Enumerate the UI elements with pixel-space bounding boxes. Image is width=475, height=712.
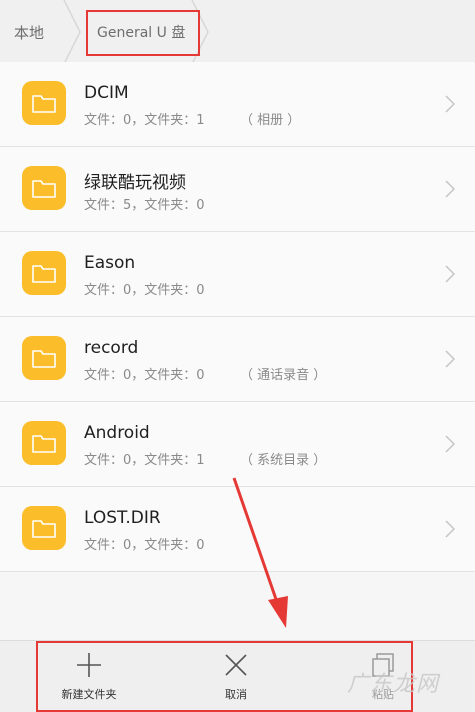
cancel-button[interactable]: 取消 bbox=[181, 641, 291, 712]
chevron-right-icon bbox=[445, 435, 455, 453]
folder-meta: 文件：5，文件夹：0 bbox=[84, 198, 205, 213]
breadcrumb-current[interactable]: General U 盘 bbox=[97, 22, 185, 42]
folder-icon bbox=[22, 81, 66, 125]
folder-name: Eason bbox=[84, 253, 136, 273]
chevron-right-icon bbox=[445, 95, 455, 113]
plus-icon bbox=[77, 653, 101, 677]
folder-name: LOST.DIR bbox=[84, 508, 161, 528]
folder-icon bbox=[22, 251, 66, 295]
chevron-right-icon bbox=[445, 520, 455, 538]
folder-icon bbox=[22, 421, 66, 465]
folder-name: DCIM bbox=[84, 83, 129, 103]
chevron-right-icon bbox=[445, 350, 455, 368]
breadcrumb: 本地 General U 盘 bbox=[0, 0, 475, 65]
list-item[interactable]: Eason 文件：0，文件夹：0 bbox=[0, 232, 475, 317]
folder-name: 绿联酷玩视频 bbox=[84, 173, 186, 193]
folder-icon bbox=[22, 166, 66, 210]
breadcrumb-root[interactable]: 本地 bbox=[14, 22, 44, 43]
folder-list: DCIM 文件：0，文件夹：1 （ 相册 ） 绿联酷玩视频 文件：5，文件夹：0… bbox=[0, 62, 475, 572]
folder-name: record bbox=[84, 338, 139, 358]
close-icon bbox=[225, 654, 247, 676]
folder-meta: 文件：0，文件夹：0 bbox=[84, 538, 205, 553]
folder-name: Android bbox=[84, 423, 150, 443]
watermark: 广东龙网 bbox=[346, 672, 439, 697]
new-folder-button[interactable]: 新建文件夹 bbox=[34, 641, 144, 712]
cancel-label: 取消 bbox=[225, 688, 247, 701]
list-item[interactable]: record 文件：0，文件夹：0 （ 通话录音 ） bbox=[0, 317, 475, 402]
list-item[interactable]: 绿联酷玩视频 文件：5，文件夹：0 bbox=[0, 147, 475, 232]
folder-meta: 文件：0，文件夹：0 bbox=[84, 368, 205, 383]
folder-icon bbox=[22, 506, 66, 550]
breadcrumb-separator-icon bbox=[191, 0, 209, 64]
folder-meta: 文件：0，文件夹：1 bbox=[84, 113, 205, 128]
folder-meta: 文件：0，文件夹：0 bbox=[84, 283, 205, 298]
folder-tag: （ 相册 ） bbox=[240, 113, 301, 128]
folder-tag: （ 系统目录 ） bbox=[240, 453, 327, 468]
folder-tag: （ 通话录音 ） bbox=[240, 368, 327, 383]
list-item[interactable]: DCIM 文件：0，文件夹：1 （ 相册 ） bbox=[0, 62, 475, 147]
new-folder-label: 新建文件夹 bbox=[61, 688, 117, 701]
list-item[interactable]: Android 文件：0，文件夹：1 （ 系统目录 ） bbox=[0, 402, 475, 487]
folder-icon bbox=[22, 336, 66, 380]
chevron-right-icon bbox=[445, 265, 455, 283]
list-item[interactable]: LOST.DIR 文件：0，文件夹：0 bbox=[0, 487, 475, 572]
chevron-right-icon bbox=[445, 180, 455, 198]
breadcrumb-separator-icon bbox=[63, 0, 81, 64]
folder-meta: 文件：0，文件夹：1 bbox=[84, 453, 205, 468]
